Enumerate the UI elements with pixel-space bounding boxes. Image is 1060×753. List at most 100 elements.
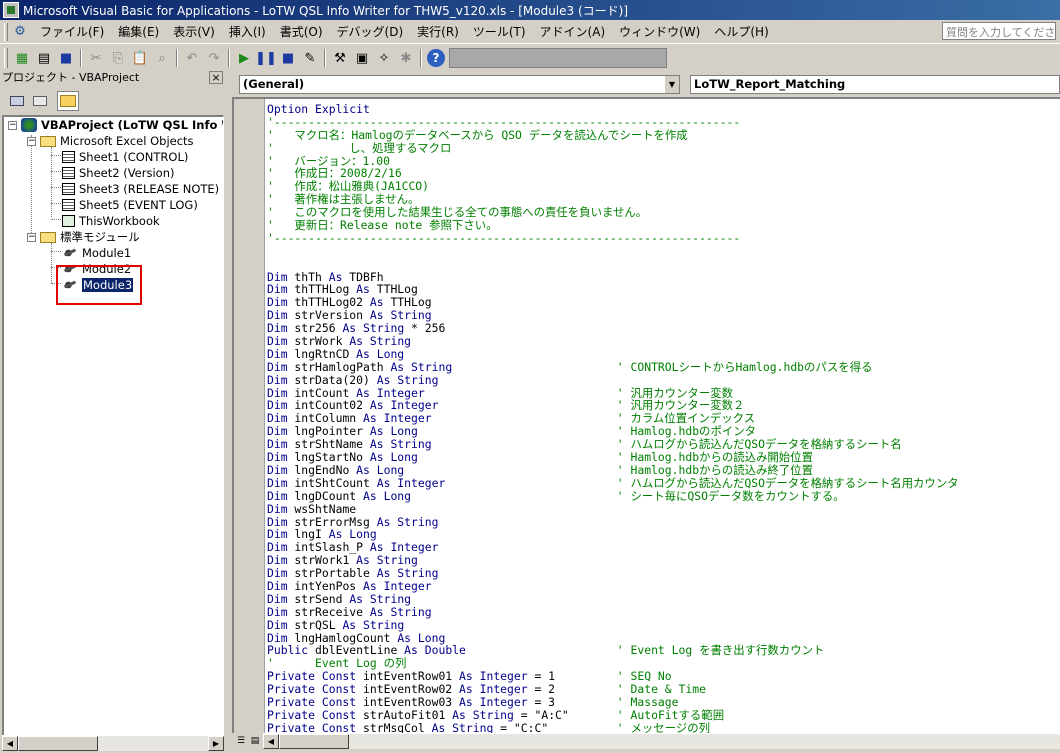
menu-tools[interactable]: ツール(T) xyxy=(466,21,533,43)
toggle-folders-button[interactable] xyxy=(57,91,79,111)
help-question-input[interactable]: 質問を入力してください xyxy=(942,22,1056,40)
scroll-left-icon[interactable]: ◀ xyxy=(2,736,18,751)
code-keyword-k: Dim xyxy=(267,372,288,387)
code-value-v: = 3 xyxy=(527,694,556,709)
margin-indicator-bar[interactable] xyxy=(234,99,265,733)
save-icon[interactable]: ■ xyxy=(55,47,77,69)
cut-icon[interactable]: ✂ xyxy=(85,47,107,69)
code-name-n: strSend xyxy=(287,591,350,606)
cursor-position-field xyxy=(449,48,667,68)
tree-item-standard-modules[interactable]: − 標準モジュール xyxy=(27,229,140,245)
menu-format[interactable]: 書式(O) xyxy=(273,21,330,43)
tree-item-thisworkbook[interactable]: ThisWorkbook xyxy=(62,213,160,229)
copy-icon[interactable]: ⎘ xyxy=(107,47,129,69)
menu-file[interactable]: ファイル(F) xyxy=(33,21,111,43)
tree-item-excel-objects[interactable]: − Microsoft Excel Objects xyxy=(27,133,194,149)
code-type-t: As Integer xyxy=(369,540,439,555)
toolbox-icon[interactable]: ✱ xyxy=(395,47,417,69)
design-mode-icon[interactable]: ✎ xyxy=(299,47,321,69)
code-hscrollbar[interactable]: ◀ xyxy=(263,733,1060,749)
full-module-view-icon[interactable]: ▤ xyxy=(248,735,262,748)
scroll-thumb[interactable] xyxy=(279,734,349,749)
properties-window-icon[interactable]: ▣ xyxy=(351,47,373,69)
code-type-t: As String xyxy=(369,437,432,452)
tree-item-sheet5[interactable]: Sheet5 (EVENT LOG) xyxy=(62,197,198,213)
code-comment-c: ' 更新日：Release note 参照下さい。 xyxy=(267,218,498,233)
menu-view[interactable]: 表示(V) xyxy=(166,21,222,43)
scroll-right-icon[interactable]: ▶ xyxy=(208,736,224,751)
project-tree[interactable]: − VBAProject (LoTW QSL Info Writer for T… xyxy=(2,115,224,735)
code-comment-c: ' Event Log を書き出す行数カウント xyxy=(616,643,825,658)
code-keyword-k: Dim xyxy=(267,604,288,619)
break-icon[interactable]: ❚❚ xyxy=(255,47,277,69)
menu-run[interactable]: 実行(R) xyxy=(410,21,466,43)
code-line[interactable]: Dim strErrorMsg As String xyxy=(267,514,1060,529)
code-window-bottom-bar: ☰ ▤ ◀ xyxy=(232,733,1060,753)
code-line[interactable]: Private Const strMsgCol As String = "C:C… xyxy=(267,720,1060,733)
code-name-n: str256 xyxy=(287,321,343,336)
toolbar-grip[interactable] xyxy=(4,22,8,41)
code-line[interactable]: Dim lngDCount As Long ' シート毎にQSOデータ数をカウン… xyxy=(267,489,1060,503)
reset-icon[interactable]: ■ xyxy=(277,47,299,69)
procedure-view-icon[interactable]: ☰ xyxy=(234,735,248,748)
code-keyword-k: Dim xyxy=(267,514,288,529)
paste-icon[interactable]: 📋 xyxy=(129,47,151,69)
code-name-n: thTTHLog xyxy=(287,282,357,297)
scroll-thumb[interactable] xyxy=(18,736,98,751)
menu-window[interactable]: ウィンドウ(W) xyxy=(612,21,707,43)
menu-addins[interactable]: アドイン(A) xyxy=(533,21,613,43)
tree-item-vbaproject[interactable]: − VBAProject (LoTW QSL Info Writer for T… xyxy=(8,117,223,133)
collapse-icon[interactable]: − xyxy=(27,136,36,146)
code-keyword-k: Dim xyxy=(267,411,288,426)
close-icon[interactable]: × xyxy=(209,71,223,84)
code-name-n: intEventRow02 xyxy=(356,682,460,697)
tree-item-module1[interactable]: Module1 xyxy=(62,245,131,261)
tree-item-sheet3[interactable]: Sheet3 (RELEASE NOTE) xyxy=(62,181,219,197)
procedure-combobox[interactable]: LoTW_Report_Matching xyxy=(690,75,1060,94)
find-icon[interactable]: ⌕ xyxy=(151,47,173,69)
collapse-icon[interactable]: − xyxy=(8,120,17,130)
code-comment-c: ' ハムログから読込んだQSOデータを格納するシート名用カウンタ xyxy=(616,475,959,490)
code-name-n: lngStartNo xyxy=(287,450,370,465)
project-tree-hscrollbar[interactable]: ◀ ▶ xyxy=(2,735,224,751)
toolbar-grip[interactable] xyxy=(4,48,8,68)
code-type-t: As String xyxy=(342,617,405,632)
code-comment-c: ' メッセージの列 xyxy=(616,720,711,733)
object-browser-icon[interactable]: ✧ xyxy=(373,47,395,69)
run-icon[interactable]: ▶ xyxy=(233,47,255,69)
code-line[interactable]: '---------------------------------------… xyxy=(267,231,1060,245)
collapse-icon[interactable]: − xyxy=(27,232,36,242)
code-comment-c: ' 作成日：2008/2/16 xyxy=(267,166,402,181)
insert-userform-icon[interactable]: ▤ xyxy=(33,47,55,69)
menu-help[interactable]: ヘルプ(H) xyxy=(707,21,775,43)
object-combo-value: (General) xyxy=(243,77,305,91)
code-line[interactable] xyxy=(267,258,1060,271)
code-editor[interactable]: Option Explicit '------------------------… xyxy=(232,97,1060,733)
code-type-t: As String xyxy=(452,707,514,722)
code-value-v: * 256 xyxy=(404,321,446,336)
redo-icon[interactable]: ↷ xyxy=(203,47,225,69)
menu-insert[interactable]: 挿入(I) xyxy=(222,21,273,43)
scroll-left-icon[interactable]: ◀ xyxy=(263,734,279,749)
toolbar-separator xyxy=(80,49,82,67)
tree-item-sheet1[interactable]: Sheet1 (CONTROL) xyxy=(62,149,188,165)
code-name-n: intShtCount xyxy=(287,475,377,490)
code-type-t: As Integer xyxy=(459,694,528,709)
project-explorer-icon[interactable]: ⚒ xyxy=(329,47,351,69)
menu-edit[interactable]: 編集(E) xyxy=(111,21,166,43)
undo-icon[interactable]: ↶ xyxy=(181,47,203,69)
code-line[interactable] xyxy=(267,245,1060,258)
menu-debug[interactable]: デバッグ(D) xyxy=(330,21,411,43)
code-keyword-k: Dim xyxy=(267,462,288,477)
dropdown-arrow-icon[interactable]: ▼ xyxy=(664,76,679,93)
vba-menu-icon[interactable]: ⚙ xyxy=(11,23,29,41)
view-code-button[interactable] xyxy=(6,91,28,111)
object-combobox[interactable]: (General) ▼ xyxy=(239,75,680,94)
code-type-t: As xyxy=(356,282,370,297)
help-icon[interactable]: ? xyxy=(427,49,445,67)
view-object-button[interactable] xyxy=(29,91,51,111)
annotation-highlight-box xyxy=(56,265,142,305)
code-name-n: thTTHLog02 xyxy=(287,295,370,310)
tree-item-sheet2[interactable]: Sheet2 (Version) xyxy=(62,165,174,181)
view-excel-icon[interactable]: ▦ xyxy=(11,47,33,69)
